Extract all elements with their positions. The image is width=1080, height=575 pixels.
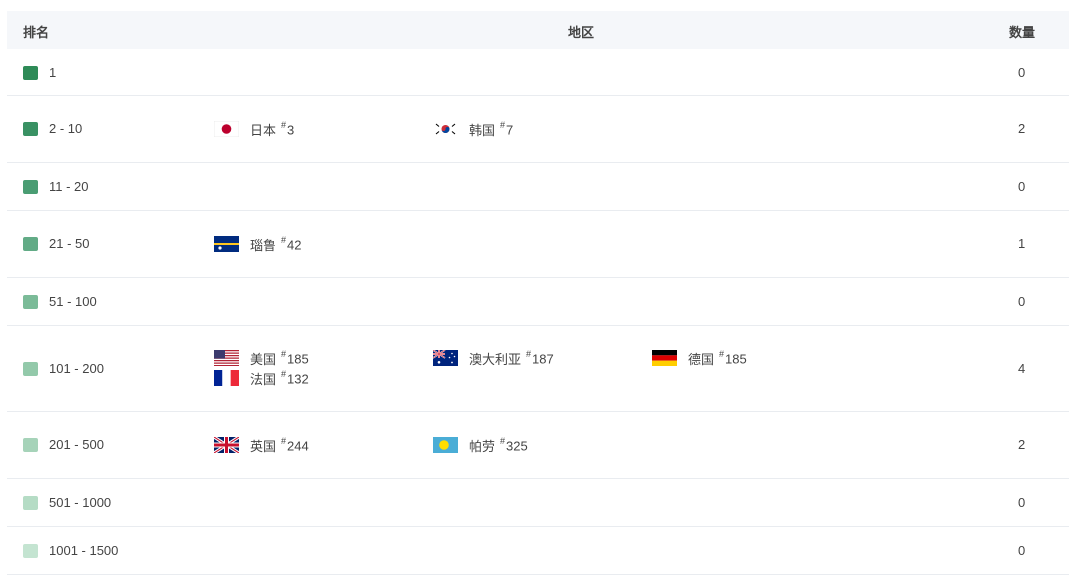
count-cell: 2 xyxy=(1018,437,1026,452)
korea-flag-icon xyxy=(433,121,458,137)
table-row: 1001 - 1500 0 xyxy=(7,527,1069,575)
country-item-korea[interactable]: 韩国 #7 xyxy=(433,120,513,138)
rank-color-swatch xyxy=(23,361,38,376)
france-flag-icon xyxy=(214,370,239,386)
country-rank: #244 xyxy=(281,435,309,454)
country-item-palau[interactable]: 帕劳 #325 xyxy=(433,436,528,454)
country-name: 英国 xyxy=(250,438,277,454)
country-name: 澳大利亚 xyxy=(469,351,522,367)
usa-flag-icon xyxy=(214,350,239,366)
count-cell: 0 xyxy=(1018,294,1026,309)
country-rank: #132 xyxy=(281,368,309,387)
country-rank: #185 xyxy=(719,348,747,367)
country-rank: #325 xyxy=(500,435,528,454)
table-row: 2 - 10 日本 #3 韩国 #7 2 xyxy=(7,96,1069,163)
rank-label: 201 - 500 xyxy=(49,437,104,452)
rank-label: 101 - 200 xyxy=(49,361,104,376)
rank-color-swatch xyxy=(23,437,38,452)
count-cell: 4 xyxy=(1018,361,1026,376)
rank-cell: 1 xyxy=(23,65,56,80)
country-rank: #7 xyxy=(500,119,514,138)
rank-cell: 1001 - 1500 xyxy=(23,543,118,558)
nauru-flag-icon xyxy=(214,236,239,252)
count-cell: 1 xyxy=(1018,236,1026,251)
rank-cell: 501 - 1000 xyxy=(23,495,111,510)
rank-label: 51 - 100 xyxy=(49,294,97,309)
uk-flag-icon xyxy=(214,437,239,453)
table-row: 501 - 1000 0 xyxy=(7,479,1069,527)
country-rank: #187 xyxy=(526,348,554,367)
country-rank: #185 xyxy=(281,348,309,367)
palau-flag-icon xyxy=(433,437,458,453)
rank-color-swatch xyxy=(23,121,38,136)
rank-cell: 51 - 100 xyxy=(23,294,97,309)
country-name: 帕劳 xyxy=(469,438,496,454)
ranking-table: 排名 地区 数量 1 0 2 - 10 日本 #3 韩国 #7 2 11 - 2… xyxy=(7,11,1069,575)
rank-label: 501 - 1000 xyxy=(49,495,112,510)
rank-label: 1 xyxy=(49,65,57,80)
rank-cell: 101 - 200 xyxy=(23,361,104,376)
germany-flag-icon xyxy=(652,350,677,366)
country-name: 德国 xyxy=(688,351,715,367)
table-row: 21 - 50 瑙鲁 #42 1 xyxy=(7,211,1069,278)
rank-cell: 21 - 50 xyxy=(23,236,89,251)
japan-flag-icon xyxy=(214,121,239,137)
count-cell: 0 xyxy=(1018,495,1026,510)
rank-color-swatch xyxy=(23,294,38,309)
rank-label: 11 - 20 xyxy=(49,179,89,194)
rank-cell: 201 - 500 xyxy=(23,437,104,452)
rank-color-swatch xyxy=(23,65,38,80)
table-row: 201 - 500 英国 #244 帕劳 #325 2 xyxy=(7,412,1069,479)
table-header: 排名 地区 数量 xyxy=(7,11,1069,49)
country-name: 法国 xyxy=(250,371,277,387)
rank-label: 1001 - 1500 xyxy=(49,543,119,558)
table-row: 11 - 20 0 xyxy=(7,163,1069,211)
count-column-header: 数量 xyxy=(1009,25,1036,40)
rank-label: 2 - 10 xyxy=(49,121,83,136)
country-item-nauru[interactable]: 瑙鲁 #42 xyxy=(214,235,302,253)
country-item-japan[interactable]: 日本 #3 xyxy=(214,120,294,138)
country-name: 瑙鲁 xyxy=(250,237,277,253)
country-item-uk[interactable]: 英国 #244 xyxy=(214,436,309,454)
table-row: 1 0 xyxy=(7,49,1069,96)
rank-color-swatch xyxy=(23,179,38,194)
country-rank: #3 xyxy=(281,119,295,138)
country-name: 美国 xyxy=(250,351,277,367)
count-cell: 0 xyxy=(1018,179,1026,194)
region-column-header: 地区 xyxy=(568,25,595,40)
australia-flag-icon xyxy=(433,350,458,366)
count-cell: 0 xyxy=(1018,65,1026,80)
country-name: 日本 xyxy=(250,122,277,138)
country-item-france[interactable]: 法国 #132 xyxy=(214,369,309,387)
rank-cell: 2 - 10 xyxy=(23,121,82,136)
rank-label: 21 - 50 xyxy=(49,236,90,251)
country-rank: #42 xyxy=(281,234,302,253)
table-row: 51 - 100 0 xyxy=(7,278,1069,326)
rank-color-swatch xyxy=(23,236,38,251)
country-item-australia[interactable]: 澳大利亚 #187 xyxy=(433,349,554,367)
rank-color-swatch xyxy=(23,543,38,558)
rank-column-header: 排名 xyxy=(23,25,50,40)
country-item-germany[interactable]: 德国 #185 xyxy=(652,349,747,367)
count-cell: 0 xyxy=(1018,543,1026,558)
country-name: 韩国 xyxy=(469,122,496,138)
rank-color-swatch xyxy=(23,495,38,510)
table-row: 101 - 200 美国 #185 澳大利亚 #187 德国 #185 法国 #… xyxy=(7,326,1069,412)
rank-cell: 11 - 20 xyxy=(23,179,89,194)
country-item-usa[interactable]: 美国 #185 xyxy=(214,349,309,367)
count-cell: 2 xyxy=(1018,121,1026,136)
